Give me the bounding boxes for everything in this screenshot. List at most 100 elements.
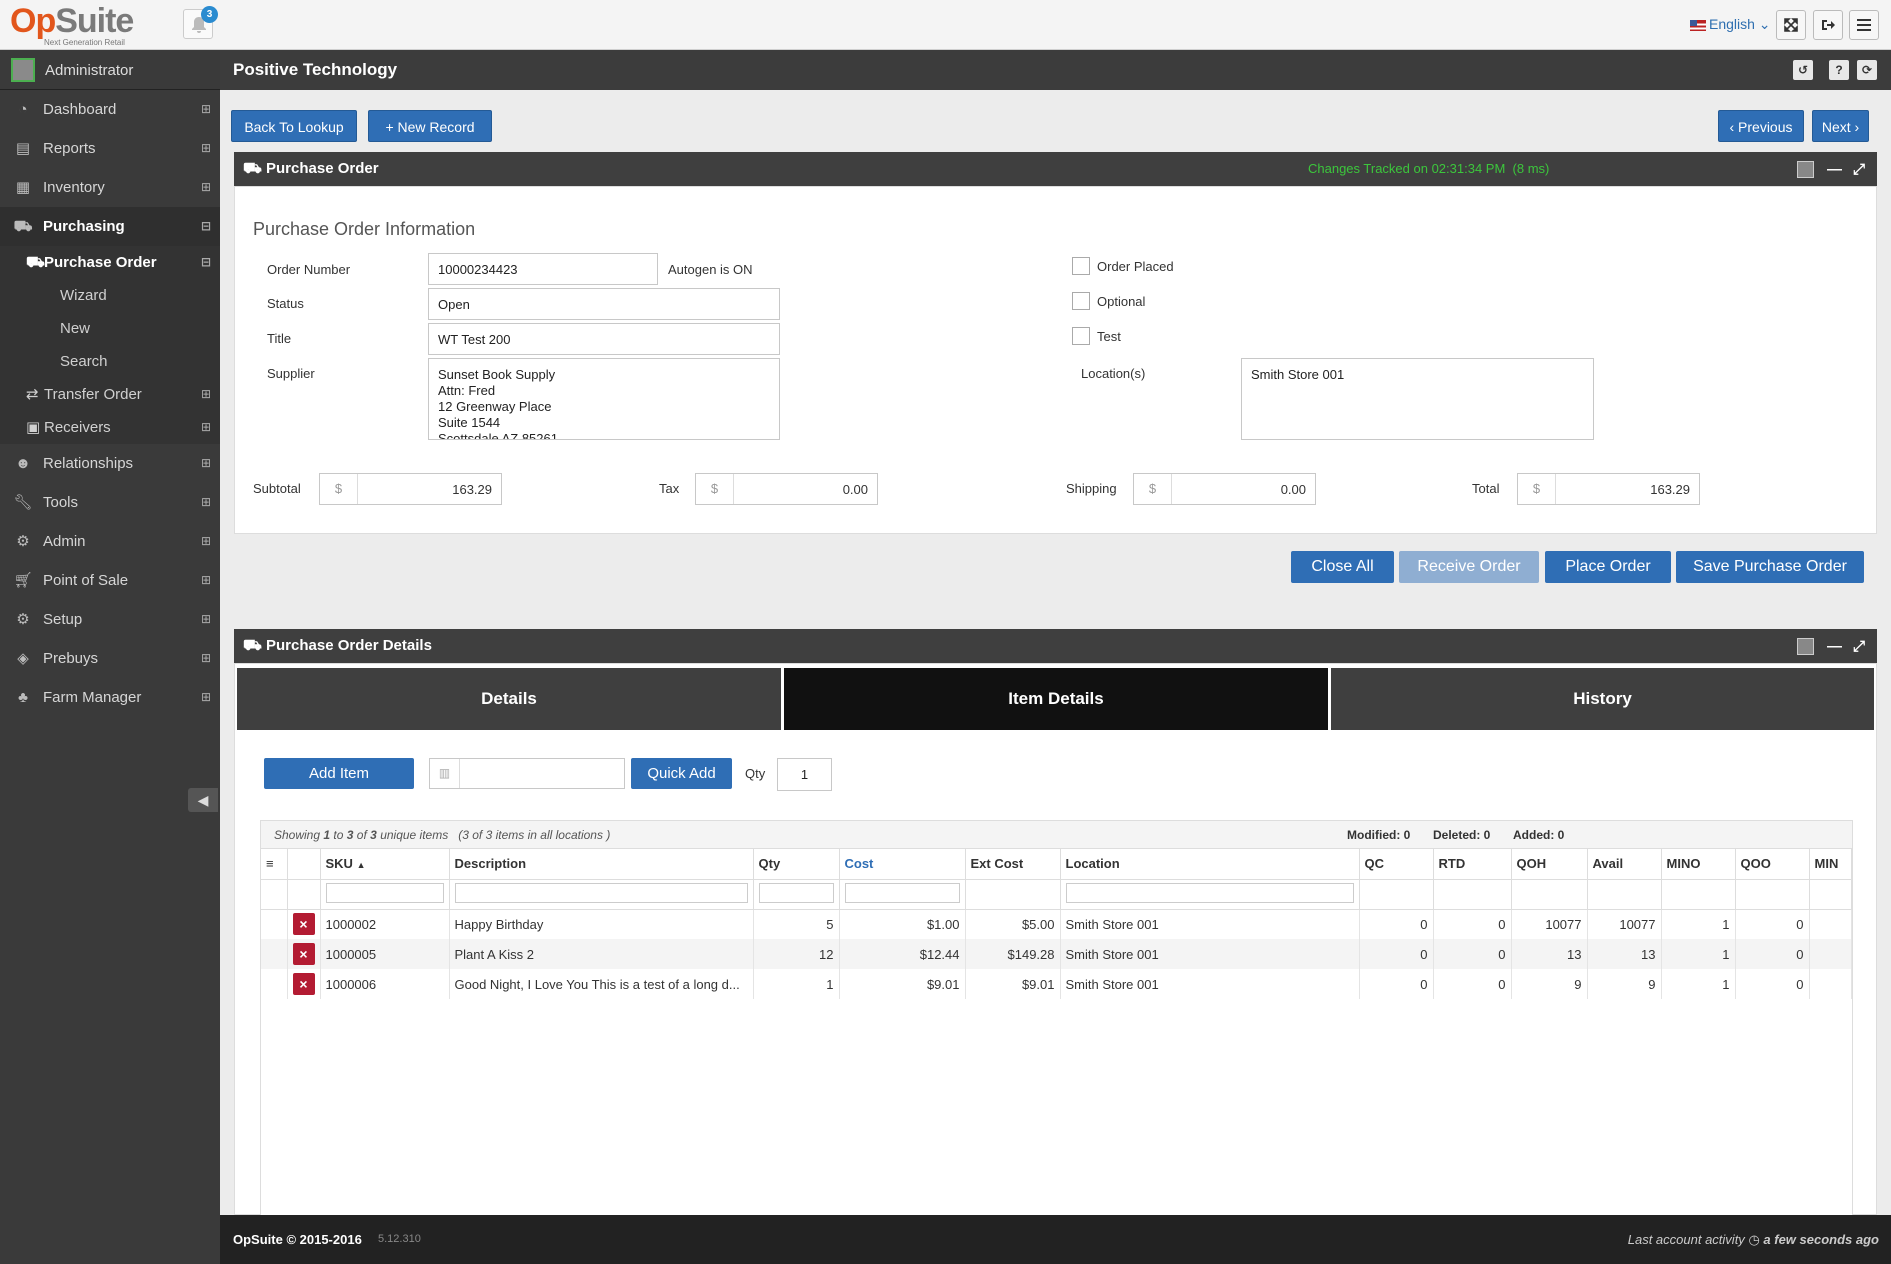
optional-checkbox[interactable] [1072,292,1090,310]
tab-details[interactable]: Details [237,668,781,730]
table-row[interactable]: × 1000002 Happy Birthday 5 $1.00 $5.00 Smit… [261,909,1852,939]
new-record-button[interactable]: + New Record [368,110,492,142]
next-button[interactable]: Next › [1812,110,1869,142]
order-placed-checkbox[interactable] [1072,257,1090,275]
gear-icon: ⚙ [16,533,30,550]
collapse-sidebar-button[interactable]: ◀ [188,788,218,812]
sidebar-item-tools[interactable]: 🔧︎ Tools ⊞ [0,483,220,522]
sidebar-item-receivers[interactable]: ▣ Receivers ⊞ [24,411,220,444]
sidebar-item-relationships[interactable]: ☻ Relationships ⊞ [0,444,220,483]
column-header-sku[interactable]: SKU ▲ [320,849,450,880]
tab-history[interactable]: History [1331,668,1874,730]
sidebar-item-new[interactable]: New [24,312,220,345]
column-header-cost[interactable]: Cost [839,849,966,880]
location-field[interactable]: Smith Store 001 [1241,358,1594,440]
sort-up-icon: ▲ [356,860,366,871]
table-row[interactable]: × 1000006 Good Night, I Love You This is … [261,969,1852,999]
language-selector[interactable]: English ⌄ [1690,16,1771,33]
sidebar-item-admin[interactable]: ⚙ Admin ⊞ [0,522,220,561]
truck-icon: ⛟ [243,637,262,654]
sidebar-item-transfer-order[interactable]: ⇄ Transfer Order ⊞ [24,378,220,411]
location-filter-input[interactable] [1065,882,1354,903]
minimize-icon[interactable]: — [1827,638,1844,655]
refresh-button[interactable]: ⟳ [1857,60,1877,80]
description-filter-input[interactable] [454,882,748,903]
help-button[interactable]: ? [1829,60,1849,80]
quick-add-button[interactable]: Quick Add [631,758,732,789]
sidebar-item-purchase-order[interactable]: ⛟ Purchase Order ⊟ [24,246,220,279]
title-field[interactable]: WT Test 200 [428,323,780,355]
sidebar-item-search[interactable]: Search [24,345,220,378]
total-field[interactable]: $163.29 [1517,473,1700,505]
column-header-rtd[interactable]: RTD [1433,849,1512,880]
previous-button[interactable]: ‹ Previous [1718,110,1804,142]
question-icon: ? [1835,63,1843,77]
opsuite-logo[interactable]: OpSuite Next Generation Retail [10,4,134,47]
sidebar-item-point-of-sale[interactable]: 🛒︎ Point of Sale ⊞ [0,561,220,600]
receive-order-button[interactable]: Receive Order [1399,551,1539,583]
clock-icon: ◷ [1748,1232,1760,1247]
save-purchase-order-button[interactable]: Save Purchase Order [1676,551,1864,583]
truck-icon: ⛟ [26,254,45,271]
sidebar-item-reports[interactable]: ▤ Reports ⊞ [0,129,220,168]
sidebar-item-dashboard[interactable]: ◔ Dashboard ⊞ [0,90,220,129]
fullscreen-icon[interactable]: ⤢ [1853,638,1870,655]
delete-row-button[interactable]: × [292,913,315,936]
panel-color-button[interactable] [1797,161,1814,178]
sidebar-item-purchasing[interactable]: ⛟ Purchasing ⊟ [0,207,220,246]
close-all-button[interactable]: Close All [1291,551,1394,583]
logout-button[interactable] [1813,10,1843,40]
sidebar-item-farm-manager[interactable]: ♣ Farm Manager ⊞ [0,678,220,717]
column-menu-icon[interactable]: ≡ [261,849,288,880]
cost-filter-input[interactable] [844,882,960,903]
column-header-mino[interactable]: MINO [1661,849,1736,880]
add-item-button[interactable]: Add Item [264,758,414,789]
changes-tracked-status: Changes Tracked on 02:31:34 PM (8 ms) [1308,161,1550,176]
subtotal-field[interactable]: $163.29 [319,473,502,505]
purchase-order-panel-header: ⛟ Purchase Order Changes Tracked on 02:3… [234,152,1877,186]
status-field[interactable]: Open [428,288,780,320]
panel-color-button[interactable] [1797,638,1814,655]
column-header-qc[interactable]: QC [1359,849,1434,880]
tab-item-details[interactable]: Item Details [784,668,1328,730]
column-header-ext-cost[interactable]: Ext Cost [965,849,1061,880]
sidebar-item-prebuys[interactable]: ◈ Prebuys ⊞ [0,639,220,678]
sku-filter-input[interactable] [325,882,444,903]
status-label: Status [267,296,304,311]
delete-row-button[interactable]: × [292,973,315,995]
receivers-icon: ▣ [26,419,41,436]
delete-row-button[interactable]: × [292,943,315,965]
column-header-qoo[interactable]: QOO [1735,849,1810,880]
fullscreen-icon[interactable]: ⤢ [1853,161,1870,178]
tax-label: Tax [659,481,680,496]
column-header-avail[interactable]: Avail [1587,849,1662,880]
minimize-icon[interactable]: — [1827,161,1844,178]
user-profile[interactable]: Administrator [0,50,220,90]
column-header-qoh[interactable]: QOH [1511,849,1588,880]
sidebar-item-inventory[interactable]: ▦ Inventory ⊞ [0,168,220,207]
history-button[interactable]: ↺ [1793,60,1813,80]
test-checkbox[interactable] [1072,327,1090,345]
sidebar-item-setup[interactable]: ⚙ Setup ⊞ [0,600,220,639]
quick-add-qty-field[interactable]: 1 [777,758,832,791]
gears-icon: ⚙ [16,611,30,628]
table-row[interactable]: × 1000005 Plant A Kiss 2 12 $12.44 $149.28 … [261,939,1852,969]
shipping-field[interactable]: $0.00 [1133,473,1316,505]
order-number-field[interactable]: 10000234423 [428,253,658,285]
column-header-qty[interactable]: Qty [753,849,840,880]
column-header-description[interactable]: Description [449,849,754,880]
top-bar: OpSuite Next Generation Retail 3 English… [0,0,1891,50]
column-header-location[interactable]: Location [1060,849,1360,880]
sidebar-item-wizard[interactable]: Wizard [24,279,220,312]
fullscreen-button[interactable] [1776,10,1806,40]
column-header-min[interactable]: MIN [1809,849,1852,880]
back-to-lookup-button[interactable]: Back To Lookup [231,110,357,142]
avatar [11,58,35,82]
tax-field[interactable]: $0.00 [695,473,878,505]
barcode-input[interactable]: ▥ [429,758,625,789]
supplier-address-field[interactable]: Sunset Book Supply Attn: Fred 12 Greenwa… [428,358,780,440]
menu-button[interactable] [1849,10,1879,40]
qty-filter-input[interactable] [758,882,834,903]
place-order-button[interactable]: Place Order [1545,551,1671,583]
truck-icon: ⛟ [243,160,262,177]
